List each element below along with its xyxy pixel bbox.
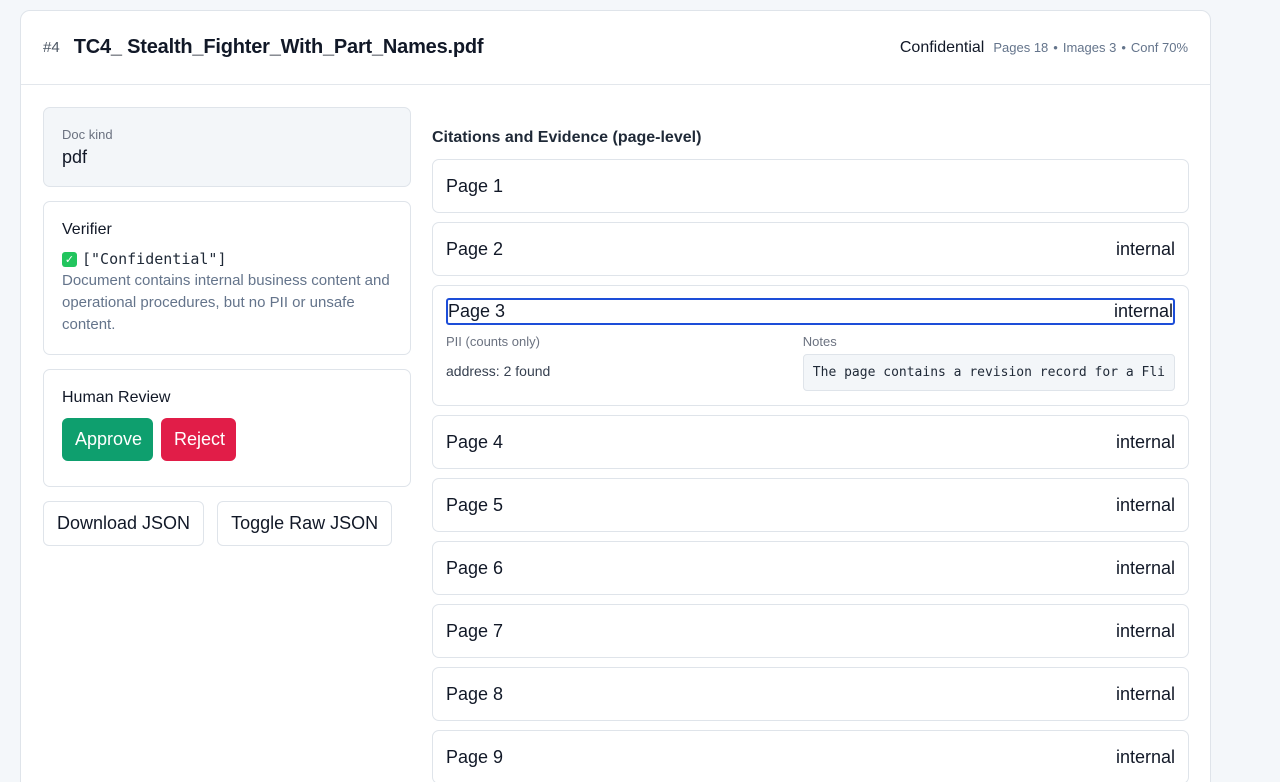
page-item[interactable]: Page 8 internal: [432, 667, 1189, 721]
notes-label: Notes: [802, 334, 837, 349]
page-name: Page 1: [446, 175, 504, 196]
page-tag: internal: [1115, 683, 1175, 704]
page-item[interactable]: Page 7 internal: [432, 604, 1189, 658]
page-tag: internal: [1115, 238, 1175, 259]
check-mark-icon: ✓: [62, 251, 77, 267]
toggle-raw-json-button[interactable]: Toggle Raw JSON: [217, 501, 393, 546]
notes-text[interactable]: The page contains a revision record for …: [802, 354, 1175, 391]
document-panel: #4 TC4_ Stealth_Fighter_With_Part_Names.…: [20, 10, 1211, 782]
document-number: #4: [43, 39, 60, 56]
page-item[interactable]: Page 1: [432, 159, 1189, 213]
page-name: Page 5: [446, 494, 504, 515]
verifier-result: ✓ ["Confidential"]: [62, 250, 392, 268]
images-count: Images 3: [1062, 39, 1117, 55]
classification-label: Confidential: [899, 38, 985, 56]
page-tag: internal: [1115, 620, 1175, 641]
approve-button[interactable]: Approve: [62, 418, 153, 461]
pii-value: 2 found: [503, 363, 551, 379]
page-tag: internal: [1115, 557, 1175, 578]
page-item[interactable]: Page 4 internal: [432, 415, 1189, 469]
page-details: PII (counts only) address: 2 found Notes…: [446, 334, 1175, 391]
page-name: Page 2: [446, 238, 504, 259]
page-name: Page 3: [448, 301, 506, 321]
citations-section: Citations and Evidence (page-level) Page…: [432, 129, 1189, 782]
pii-count: address: 2 found: [446, 363, 803, 379]
reject-button[interactable]: Reject: [161, 418, 236, 461]
page-tag: internal: [1115, 494, 1175, 515]
page-item[interactable]: Page 5 internal: [432, 478, 1189, 532]
doc-kind-value: pdf: [62, 147, 88, 167]
page-item-expanded: Page 3 internal PII (counts only) addres…: [432, 285, 1189, 406]
verifier-card: Verifier ✓ ["Confidential"] Document con…: [43, 201, 411, 355]
meta-separator: •: [1053, 39, 1058, 55]
json-actions: Download JSON Toggle Raw JSON: [43, 501, 411, 546]
download-json-button[interactable]: Download JSON: [43, 501, 205, 546]
page-name: Page 4: [446, 431, 504, 452]
doc-kind-card: Doc kind pdf: [43, 107, 411, 187]
pages-count: Pages 18: [993, 39, 1049, 55]
page-name: Page 6: [446, 557, 504, 578]
verifier-title: Verifier: [62, 221, 112, 238]
page-tag: internal: [1115, 431, 1175, 452]
pii-section: PII (counts only) address: 2 found: [446, 334, 803, 391]
review-buttons: Approve Reject: [62, 418, 392, 461]
page-name: Page 7: [446, 620, 504, 641]
page-item[interactable]: Page 9 internal: [432, 730, 1189, 782]
document-meta: Pages 18 • Images 3 • Conf 70%: [993, 40, 1188, 55]
document-title: TC4_ Stealth_Fighter_With_Part_Names.pdf: [73, 36, 484, 58]
verifier-description: Document contains internal business cont…: [62, 272, 390, 333]
notes-section: Notes The page contains a revision recor…: [802, 334, 1175, 391]
pii-label: PII (counts only): [446, 334, 540, 349]
meta-separator: •: [1121, 39, 1126, 55]
page-tag: internal: [1115, 746, 1175, 767]
page-item[interactable]: Page 2 internal: [432, 222, 1189, 276]
left-column: Doc kind pdf Verifier ✓ ["Confidential"]…: [43, 107, 411, 546]
page-name: Page 9: [446, 746, 504, 767]
document-header: #4 TC4_ Stealth_Fighter_With_Part_Names.…: [21, 11, 1210, 85]
citations-title: Citations and Evidence (page-level): [432, 129, 702, 146]
page-tag: internal: [1113, 301, 1173, 321]
human-review-card: Human Review Approve Reject: [43, 369, 411, 487]
verifier-labels: ["Confidential"]: [82, 250, 227, 268]
page-item[interactable]: Page 6 internal: [432, 541, 1189, 595]
doc-kind-label: Doc kind: [62, 127, 113, 142]
confidence-value: Conf 70%: [1130, 39, 1188, 55]
pii-key: address:: [446, 363, 500, 379]
page-name: Page 8: [446, 683, 504, 704]
document-summary: Confidential Pages 18 • Images 3 • Conf 70%: [900, 39, 1188, 57]
human-review-title: Human Review: [62, 389, 171, 406]
page-summary-toggle[interactable]: Page 3 internal: [446, 298, 1175, 325]
